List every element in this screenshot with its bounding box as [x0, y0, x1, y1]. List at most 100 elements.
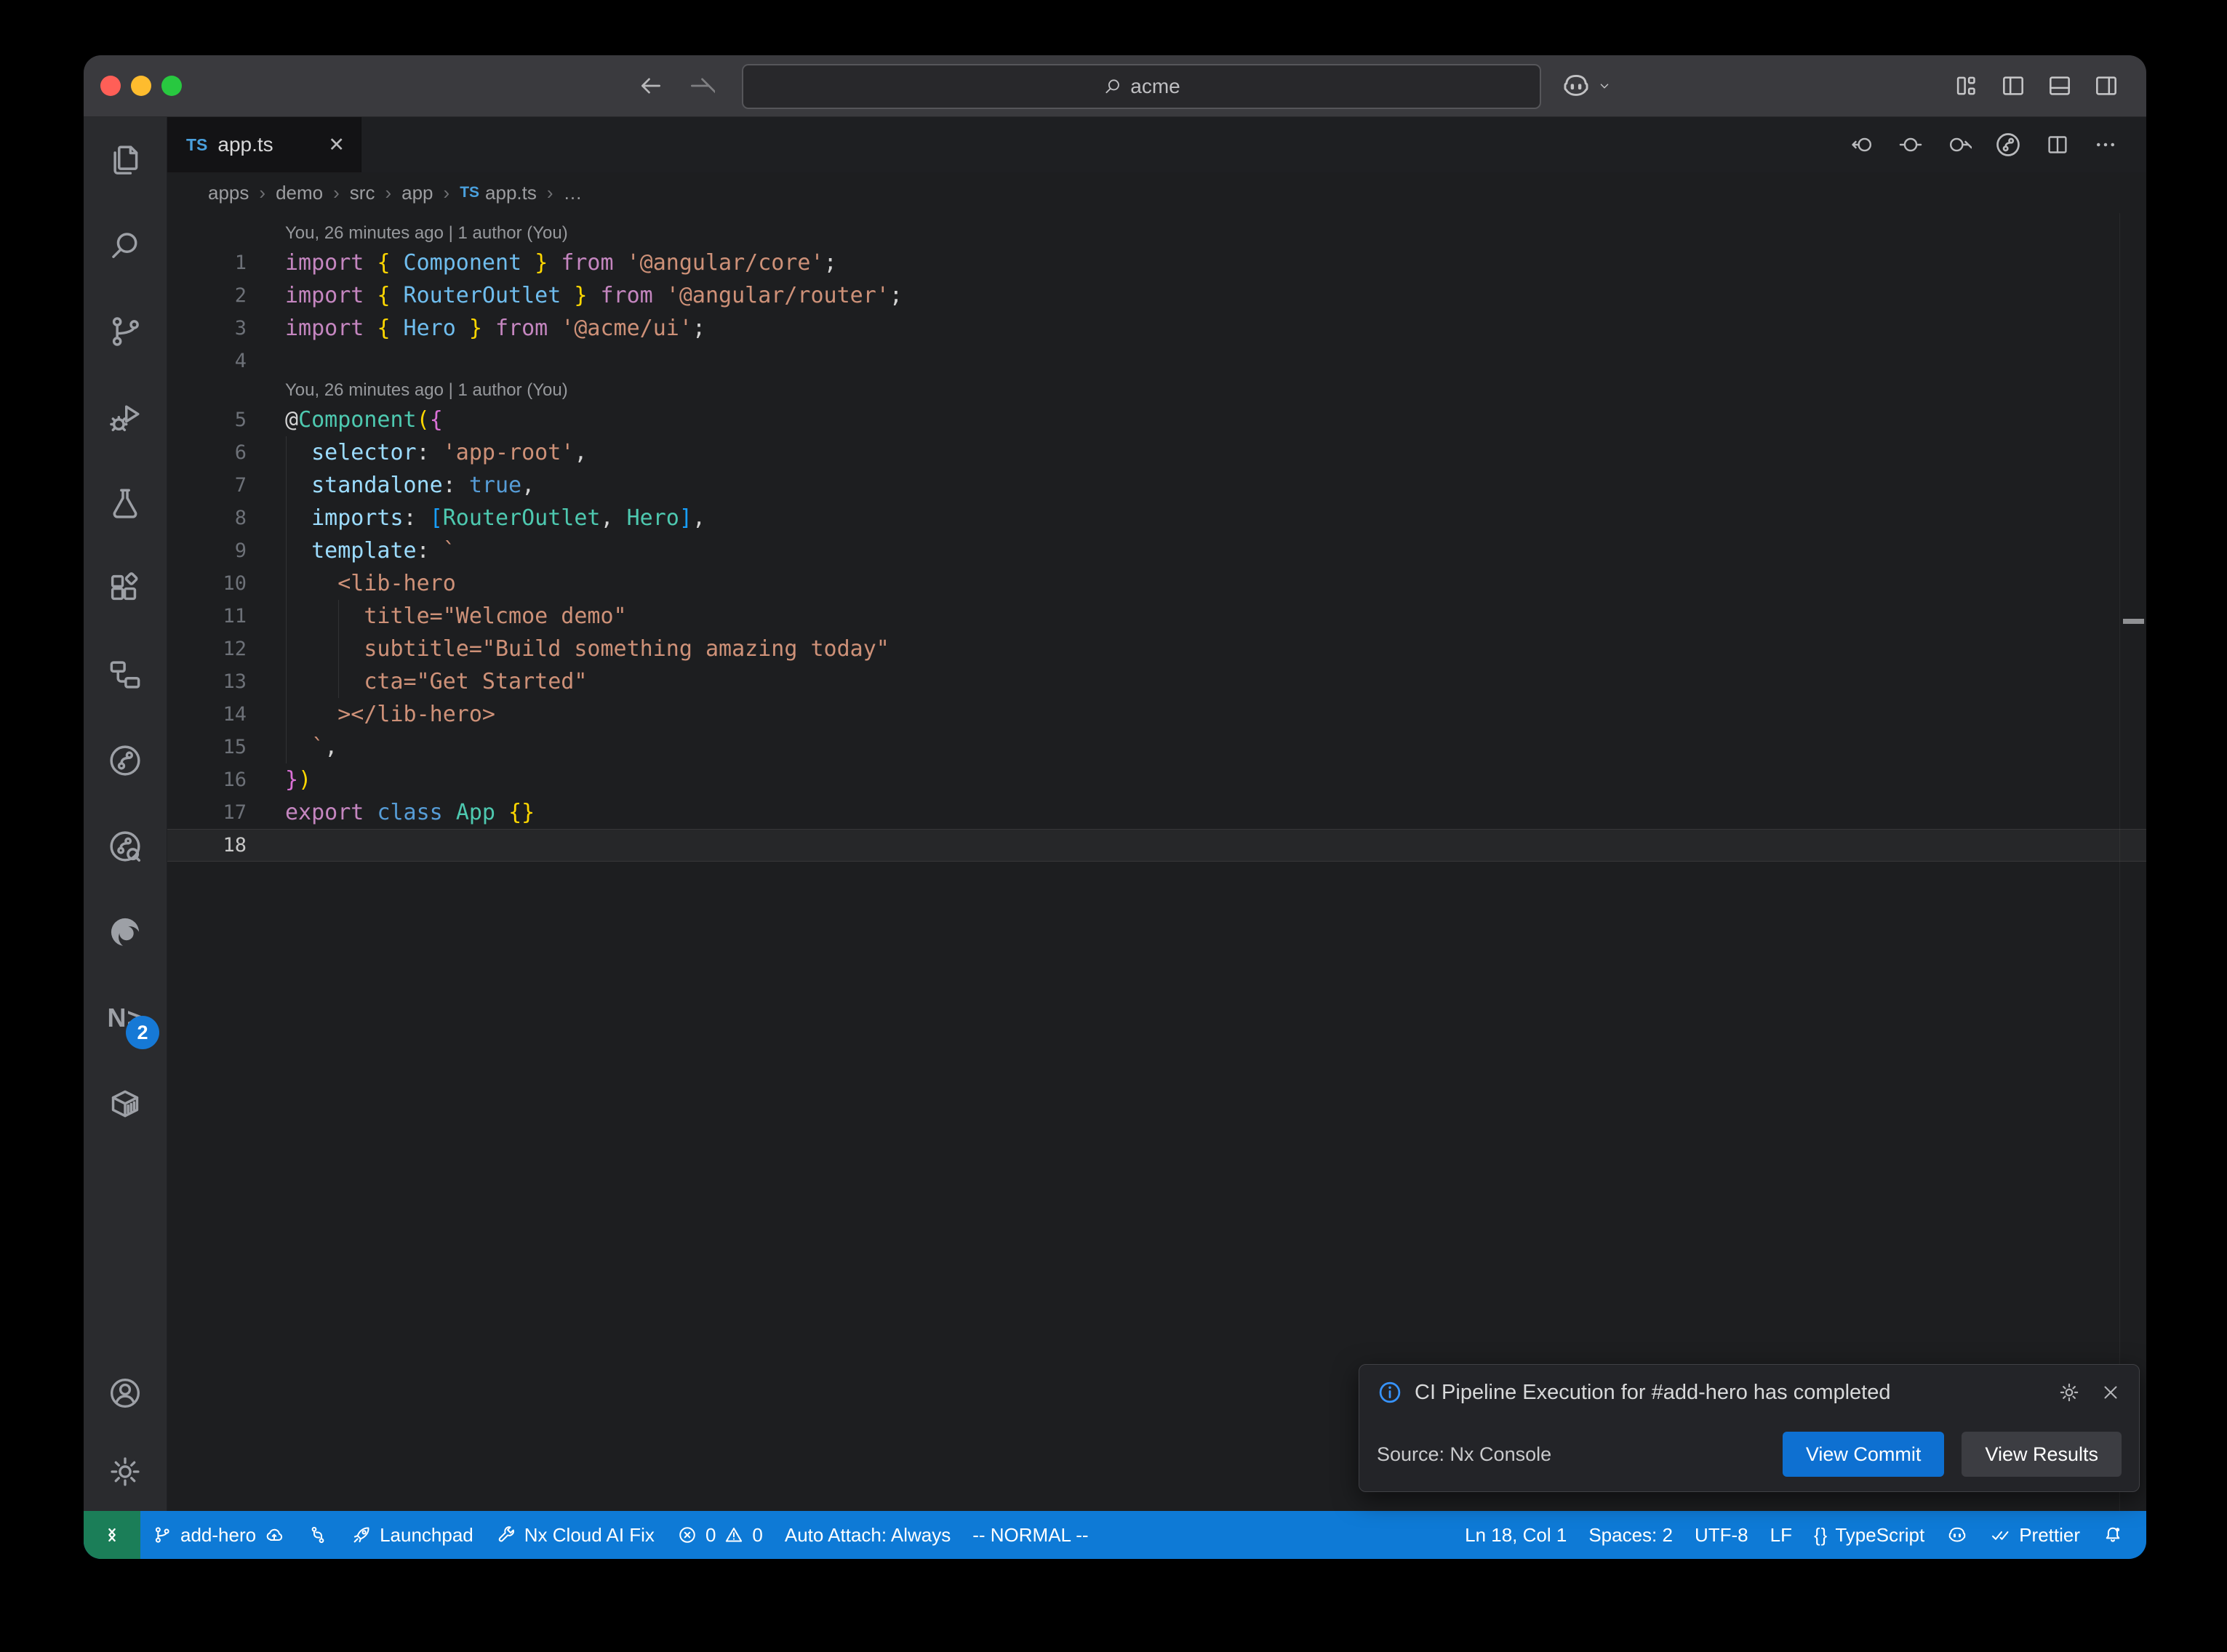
line-content: cta="Get Started": [285, 665, 2146, 698]
status-item-launchpad[interactable]: Launchpad: [340, 1511, 484, 1559]
zoom-window-button[interactable]: [161, 76, 182, 96]
search-icon: [106, 227, 144, 265]
status-label: Spaces: 2: [1588, 1524, 1673, 1547]
indent-guide: [338, 600, 339, 633]
gear-icon[interactable]: [2058, 1381, 2081, 1404]
activity-run-debug[interactable]: [84, 374, 167, 460]
activity-gitlens[interactable]: [84, 718, 167, 803]
forward-arrow-icon[interactable]: [686, 71, 715, 100]
code-line-9[interactable]: 9 template: `: [167, 534, 2146, 567]
nav-dot-icon: [1898, 132, 1924, 158]
command-center-search[interactable]: acme: [742, 64, 1541, 109]
code-line-17[interactable]: 17export class App {}: [167, 796, 2146, 829]
breadcrumb-separator: ›: [385, 182, 391, 204]
close-icon[interactable]: [2100, 1382, 2122, 1403]
status-item-branch-compare[interactable]: [296, 1511, 340, 1559]
indent-guide: [286, 731, 287, 763]
code-line-3[interactable]: 3import { Hero } from '@acme/ui';: [167, 312, 2146, 345]
error-icon: [676, 1524, 698, 1546]
editor-actions: [1850, 117, 2146, 172]
activity-search[interactable]: [84, 203, 167, 289]
activity-source-control[interactable]: [84, 289, 167, 374]
activity-extensions[interactable]: [84, 546, 167, 632]
activity-edge-tools[interactable]: [84, 889, 167, 975]
minimize-window-button[interactable]: [131, 76, 151, 96]
line-number: 9: [167, 534, 285, 567]
activity-account[interactable]: [84, 1354, 167, 1432]
layout-controls: [1953, 55, 2120, 116]
status-item-vim-mode[interactable]: -- NORMAL --: [961, 1511, 1099, 1559]
breadcrumb-item[interactable]: src: [350, 182, 375, 204]
status-item-eol[interactable]: LF: [1759, 1511, 1803, 1559]
status-item-nx-cloud-ai-fix[interactable]: Nx Cloud AI Fix: [484, 1511, 665, 1559]
sidebar-right-icon: [2092, 72, 2120, 100]
codelens-blame[interactable]: You, 26 minutes ago | 1 author (You): [167, 377, 2146, 404]
code-line-13[interactable]: 13 cta="Get Started": [167, 665, 2146, 698]
code-line-8[interactable]: 8 imports: [RouterOutlet, Hero],: [167, 502, 2146, 534]
copilot-icon: [1946, 1524, 1968, 1546]
breadcrumb-item[interactable]: apps: [208, 182, 249, 204]
status-item-encoding[interactable]: UTF-8: [1684, 1511, 1759, 1559]
nav-forward-button[interactable]: [1946, 132, 1972, 158]
remote-indicator[interactable]: [84, 1511, 140, 1559]
sidebar-right-button[interactable]: [2092, 72, 2120, 100]
activity-settings[interactable]: [84, 1432, 167, 1511]
code-line-4[interactable]: 4: [167, 345, 2146, 377]
status-item-indentation[interactable]: Spaces: 2: [1578, 1511, 1684, 1559]
activity-hierarchy[interactable]: [84, 632, 167, 718]
activity-container[interactable]: [84, 1061, 167, 1147]
breadcrumb-item[interactable]: TSapp.ts: [460, 182, 537, 204]
tab-close-icon[interactable]: ✕: [328, 134, 345, 156]
view-results-button[interactable]: View Results: [1962, 1432, 2122, 1477]
nav-back-button[interactable]: [1850, 132, 1876, 158]
status-item-problems[interactable]: 00: [665, 1511, 774, 1559]
activity-nx-console[interactable]: N>2: [84, 975, 167, 1061]
commit-graph-button[interactable]: [1994, 130, 2023, 159]
customize-layout-button[interactable]: [1953, 72, 1980, 100]
breadcrumb-label: app.ts: [485, 182, 537, 204]
activity-gitlens-inspect[interactable]: [84, 803, 167, 889]
code-editor[interactable]: You, 26 minutes ago | 1 author (You)1imp…: [167, 213, 2146, 1511]
code-line-16[interactable]: 16}): [167, 763, 2146, 796]
code-line-14[interactable]: 14 ></lib-hero>: [167, 698, 2146, 731]
editor-scrollbar[interactable]: [2119, 213, 2146, 1511]
code-line-10[interactable]: 10 <lib-hero: [167, 567, 2146, 600]
code-line-18[interactable]: 18: [167, 829, 2146, 862]
code-line-5[interactable]: 5@Component({: [167, 404, 2146, 436]
line-number: 5: [167, 404, 285, 436]
more-actions-button[interactable]: [2092, 132, 2119, 158]
code-line-12[interactable]: 12 subtitle="Build something amazing tod…: [167, 633, 2146, 665]
back-arrow-icon[interactable]: [636, 71, 665, 100]
code-line-11[interactable]: 11 title="Welcmoe demo": [167, 600, 2146, 633]
split-editor-button[interactable]: [2044, 132, 2071, 158]
code-line-15[interactable]: 15 `,: [167, 731, 2146, 763]
code-line-2[interactable]: 2import { RouterOutlet } from '@angular/…: [167, 279, 2146, 312]
code-line-1[interactable]: 1import { Component } from '@angular/cor…: [167, 246, 2146, 279]
nav-dot-button[interactable]: [1898, 132, 1924, 158]
codelens-blame[interactable]: You, 26 minutes ago | 1 author (You): [167, 220, 2146, 246]
breadcrumb-item[interactable]: …: [564, 182, 583, 204]
breadcrumb-item[interactable]: app: [401, 182, 433, 204]
view-commit-button[interactable]: View Commit: [1783, 1432, 1945, 1477]
double-check-icon: [1990, 1524, 2012, 1546]
status-item-cursor-position[interactable]: Ln 18, Col 1: [1454, 1511, 1578, 1559]
panel-bottom-button[interactable]: [2046, 72, 2074, 100]
toast-source: Source: Nx Console: [1377, 1443, 1783, 1466]
code-line-7[interactable]: 7 standalone: true,: [167, 469, 2146, 502]
activity-testing[interactable]: [84, 460, 167, 546]
status-item-language-mode[interactable]: {}TypeScript: [1803, 1511, 1935, 1559]
status-item-auto-attach[interactable]: Auto Attach: Always: [774, 1511, 961, 1559]
line-number: 13: [167, 665, 285, 698]
status-item-branch-status[interactable]: add-hero: [140, 1511, 296, 1559]
copilot-menu[interactable]: [1560, 55, 1612, 116]
sidebar-left-button[interactable]: [1999, 72, 2027, 100]
status-item-prettier[interactable]: Prettier: [1979, 1511, 2091, 1559]
status-item-notifications-bell[interactable]: [2091, 1511, 2135, 1559]
tab-app-ts[interactable]: TS app.ts ✕: [167, 117, 361, 172]
close-window-button[interactable]: [100, 76, 121, 96]
breadcrumb-item[interactable]: demo: [276, 182, 323, 204]
line-number: 18: [167, 830, 285, 861]
activity-explorer[interactable]: [84, 117, 167, 203]
code-line-6[interactable]: 6 selector: 'app-root',: [167, 436, 2146, 469]
status-item-copilot-status[interactable]: [1935, 1511, 1979, 1559]
